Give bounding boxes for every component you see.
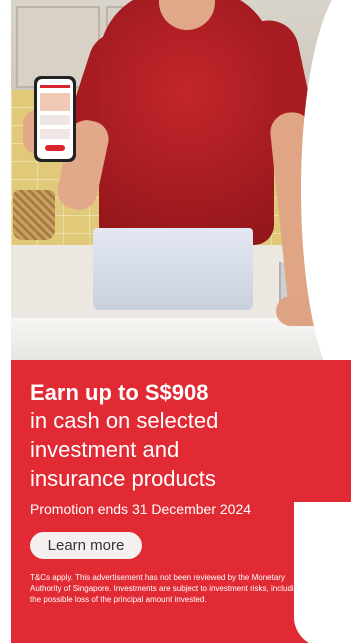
promo-subline: insurance products: [30, 466, 216, 491]
red-tshirt: [99, 0, 274, 245]
phone-screen-button: [45, 145, 65, 151]
phone-screen-row: [40, 115, 70, 125]
promo-banner[interactable]: Earn up to S$908 in cash on selected inv…: [11, 0, 351, 643]
promo-subline: in cash on selected: [30, 408, 219, 433]
apron: [93, 228, 253, 310]
woven-basket: [13, 190, 55, 240]
smartphone-icon: [34, 76, 76, 162]
promo-panel: Earn up to S$908 in cash on selected inv…: [11, 360, 351, 643]
hero-photo: [11, 0, 351, 360]
promo-headline: Earn up to S$908: [30, 380, 209, 405]
phone-screen-header: [40, 85, 70, 88]
phone-screen: [37, 79, 73, 159]
promo-subline: investment and: [30, 437, 180, 462]
phone-screen-image: [40, 93, 70, 111]
phone-screen-row: [40, 129, 70, 139]
disclaimer-text: T&Cs apply. This advertisement has not b…: [30, 573, 303, 604]
promotion-end-date: Promotion ends 31 December 2024: [30, 501, 252, 517]
promo-text-block: Earn up to S$908 in cash on selected inv…: [30, 380, 331, 518]
learn-more-button[interactable]: Learn more: [30, 532, 142, 559]
